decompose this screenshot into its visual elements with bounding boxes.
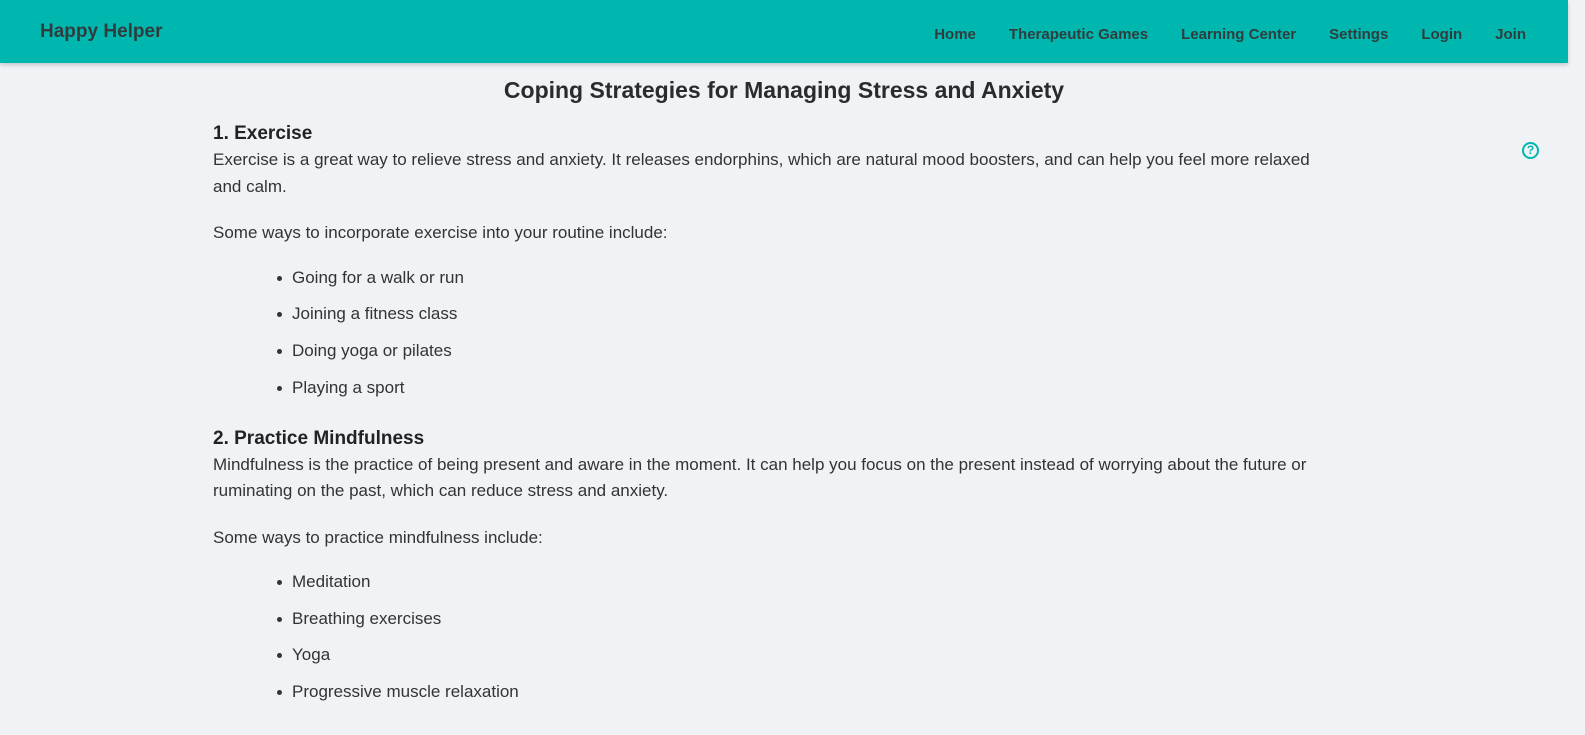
section-heading: 1. Exercise xyxy=(213,123,313,144)
top-navbar: Happy Helper Home Therapeutic Games Lear… xyxy=(0,0,1568,63)
section-exercise: 1. Exercise Exercise is a great way to r… xyxy=(213,121,1333,399)
section-intro: Mindfulness is the practice of being pre… xyxy=(213,454,1307,501)
nav-item-join[interactable]: Join xyxy=(1495,26,1526,43)
bullet-list: Meditation Breathing exercises Yoga Prog… xyxy=(213,571,1333,703)
section-heading: 2. Practice Mindfulness xyxy=(213,427,425,449)
list-item: Joining a fitness class xyxy=(277,303,1333,325)
nav-item-therapeutic-games[interactable]: Therapeutic Games xyxy=(1009,26,1148,43)
brand-logo-link[interactable]: Happy Helper xyxy=(40,21,162,43)
bullet-list: Going for a walk or run Joining a fitnes… xyxy=(213,267,1333,399)
section-lead: Some ways to incorporate exercise into y… xyxy=(213,223,668,242)
section-mindfulness: 2. Practice Mindfulness Mindfulness is t… xyxy=(213,426,1333,704)
nav-item-login[interactable]: Login xyxy=(1421,26,1462,43)
list-item: Doing yoga or pilates xyxy=(277,340,1333,362)
nav-item-learning-center[interactable]: Learning Center xyxy=(1181,26,1296,43)
nav-item-home[interactable]: Home xyxy=(934,26,976,43)
nav-item-settings[interactable]: Settings xyxy=(1329,26,1388,43)
list-item: Yoga xyxy=(277,644,1333,666)
list-item: Progressive muscle relaxation xyxy=(277,681,1333,703)
list-item: Breathing exercises xyxy=(277,608,1333,630)
list-item: Meditation xyxy=(277,571,1333,593)
page-title: Coping Strategies for Managing Stress an… xyxy=(503,77,1065,103)
section-lead: Some ways to practice mindfulness includ… xyxy=(213,527,543,547)
list-item: Going for a walk or run xyxy=(277,267,1333,289)
list-item: Playing a sport xyxy=(277,377,1333,399)
main-nav: Home Therapeutic Games Learning Center S… xyxy=(934,26,1526,43)
main-content: 1. Exercise Exercise is a great way to r… xyxy=(213,121,1333,718)
help-circle-icon[interactable]: ? xyxy=(1522,142,1539,159)
section-intro: Exercise is a great way to relieve stres… xyxy=(213,150,1310,196)
